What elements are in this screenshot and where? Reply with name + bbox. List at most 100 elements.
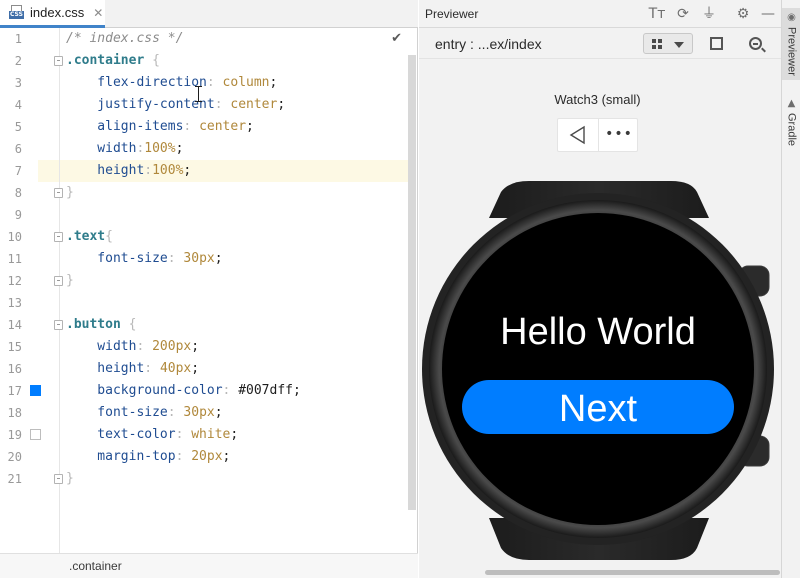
ide-window: CSS index.css ✕ 1 2 3 4 5 6 7 8 9 10 11 12 13 14 15 16 1… bbox=[0, 0, 800, 578]
code-token: px bbox=[175, 361, 192, 376]
code-line[interactable]: text-color: white; bbox=[66, 424, 238, 446]
line-number: 2 bbox=[14, 54, 22, 68]
minimize-icon[interactable]: — bbox=[759, 5, 777, 23]
code-line[interactable]: width:100%; bbox=[66, 138, 183, 160]
previewer-header: Previewer Tт ⟳ ⏚ ⚙ — bbox=[419, 0, 781, 28]
previewer-pane: Previewer Tт ⟳ ⏚ ⚙ — entry : ...ex/index… bbox=[419, 0, 781, 578]
fold-marker-icon[interactable] bbox=[54, 320, 63, 330]
code-token: } bbox=[66, 185, 74, 200]
code-token: ; bbox=[277, 97, 286, 112]
more-button[interactable]: ••• bbox=[599, 119, 639, 151]
line-number: 9 bbox=[14, 208, 22, 222]
elephant-icon: ▲ bbox=[787, 98, 796, 109]
watch-device: Hello World Next bbox=[422, 181, 774, 560]
fold-marker-icon[interactable] bbox=[54, 232, 63, 242]
color-swatch-icon[interactable] bbox=[30, 385, 41, 396]
fold-marker-icon[interactable] bbox=[54, 188, 63, 198]
code-line[interactable]: .container { bbox=[66, 50, 160, 72]
code-token: ; bbox=[214, 251, 223, 266]
code-token: px bbox=[199, 251, 215, 266]
device-name: Watch3 (small) bbox=[554, 92, 641, 107]
line-number: 6 bbox=[14, 142, 22, 156]
zoom-out-icon[interactable] bbox=[749, 37, 762, 50]
code-token: : bbox=[144, 163, 153, 178]
code-token: 20 bbox=[191, 449, 207, 464]
code-token: align-items bbox=[66, 119, 184, 134]
watch-preview[interactable]: Hello World Next bbox=[419, 178, 781, 563]
code-editor-pane: CSS index.css ✕ 1 2 3 4 5 6 7 8 9 10 11 12 13 14 15 16 1… bbox=[0, 0, 418, 578]
refresh-icon[interactable]: ⟳ bbox=[674, 5, 692, 23]
code-line[interactable]: .text{ bbox=[66, 226, 113, 248]
code-token: text-color bbox=[66, 427, 176, 442]
code-token: 30 bbox=[183, 405, 200, 420]
tab-gradle[interactable]: ▲ Gradle bbox=[782, 94, 800, 154]
code-line[interactable]: justify-content: center; bbox=[66, 94, 285, 116]
line-number: 8 bbox=[14, 186, 22, 200]
tab-previewer[interactable]: ◉ Previewer bbox=[782, 8, 800, 80]
code-line[interactable]: font-size: 30px; bbox=[66, 248, 223, 270]
plug-icon[interactable]: ⏚ bbox=[700, 5, 718, 23]
fold-marker-icon[interactable] bbox=[54, 276, 63, 286]
code-token: width bbox=[66, 141, 137, 156]
breadcrumb: .container bbox=[0, 553, 418, 578]
code-line[interactable]: } bbox=[66, 182, 74, 204]
code-token: 30 bbox=[183, 251, 200, 266]
code-token: flex-direction bbox=[66, 75, 207, 90]
code-token: 100% bbox=[144, 141, 176, 156]
line-number: 1 bbox=[14, 32, 22, 46]
line-number: 3 bbox=[14, 76, 22, 90]
tab-previewer-label: Previewer bbox=[785, 27, 798, 76]
color-swatch-icon[interactable] bbox=[30, 429, 41, 440]
grid-layout-icon bbox=[652, 39, 663, 50]
line-number-gutter[interactable]: 1 2 3 4 5 6 7 8 9 10 11 12 13 14 15 16 17 18 19 20 21 bbox=[0, 28, 60, 553]
code-line[interactable]: flex-direction: column; bbox=[66, 72, 277, 94]
editor-scrollbar[interactable] bbox=[408, 55, 416, 510]
code-line[interactable]: } bbox=[66, 270, 74, 292]
line-number: 10 bbox=[7, 230, 22, 244]
line-number: 14 bbox=[7, 318, 22, 332]
settings-icon[interactable]: ⚙ bbox=[734, 5, 752, 23]
code-line[interactable]: font-size: 30px; bbox=[66, 402, 222, 424]
checkmark-icon[interactable]: ✔ bbox=[391, 31, 402, 46]
code-token: margin-top bbox=[66, 449, 176, 464]
line-number: 17 bbox=[7, 384, 22, 398]
code-token: } bbox=[66, 471, 74, 486]
previewer-toolbar: entry : ...ex/index bbox=[419, 29, 781, 59]
code-token: #007dff bbox=[238, 383, 293, 398]
code-area[interactable]: ✔ /* index.css */ .container { flex-direc… bbox=[54, 28, 408, 553]
layout-dropdown[interactable] bbox=[643, 33, 693, 54]
code-token: : bbox=[136, 339, 153, 354]
breadcrumb-item[interactable]: .container bbox=[69, 559, 122, 573]
close-icon[interactable]: ✕ bbox=[93, 6, 103, 20]
code-line[interactable]: margin-top: 20px; bbox=[66, 446, 230, 468]
code-line[interactable]: /* index.css */ bbox=[66, 28, 183, 50]
code-token: ; bbox=[293, 383, 301, 398]
code-line[interactable]: } bbox=[66, 468, 74, 490]
code-line[interactable]: align-items: center; bbox=[66, 116, 254, 138]
code-line[interactable]: width: 200px; bbox=[66, 336, 199, 358]
code-token: justify-content bbox=[66, 97, 215, 112]
code-line[interactable]: .button { bbox=[66, 314, 136, 336]
previewer-scrollbar[interactable] bbox=[485, 570, 780, 575]
chevron-down-icon bbox=[674, 42, 684, 48]
line-number: 16 bbox=[7, 362, 22, 376]
next-button-label: Next bbox=[559, 388, 638, 430]
code-line[interactable]: height:100%; bbox=[66, 160, 191, 182]
fold-marker-icon[interactable] bbox=[54, 56, 63, 66]
line-number: 4 bbox=[14, 98, 22, 112]
code-line[interactable]: background-color: #007dff; bbox=[66, 380, 301, 402]
code-token: { bbox=[105, 229, 113, 244]
tab-index-css[interactable]: CSS index.css ✕ bbox=[0, 0, 105, 28]
current-line-gutter bbox=[38, 160, 59, 182]
code-token: 100% bbox=[152, 163, 184, 178]
code-token: background-color bbox=[66, 383, 223, 398]
device-frame-icon[interactable] bbox=[710, 37, 723, 50]
fold-marker-icon[interactable] bbox=[54, 474, 63, 484]
line-number: 12 bbox=[7, 274, 22, 288]
code-line[interactable]: height: 40px; bbox=[66, 358, 199, 380]
code-token: font-size bbox=[66, 405, 168, 420]
line-number: 21 bbox=[7, 472, 22, 486]
back-button[interactable] bbox=[558, 119, 598, 151]
code-token: ; bbox=[246, 119, 254, 134]
font-size-icon[interactable]: Tт bbox=[648, 5, 666, 23]
